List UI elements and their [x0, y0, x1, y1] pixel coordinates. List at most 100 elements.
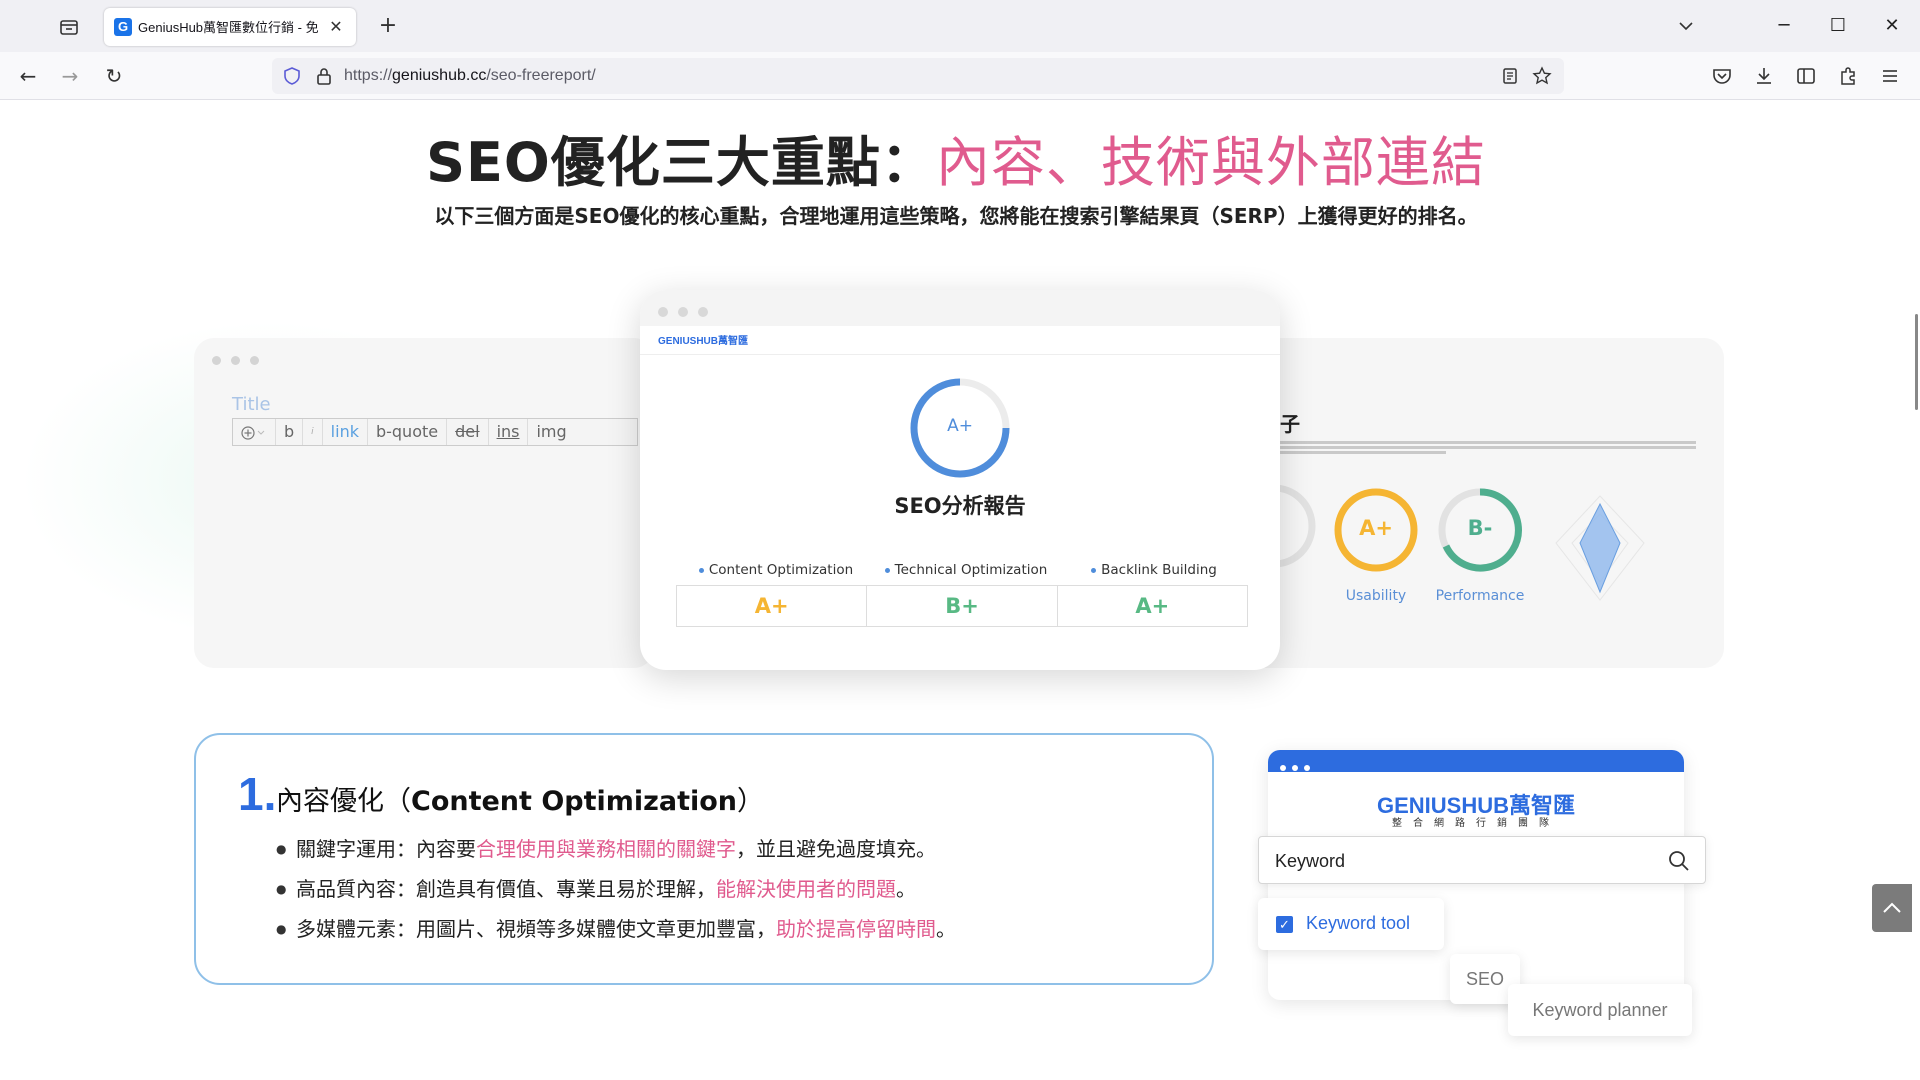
search-icon[interactable]	[1667, 849, 1691, 873]
url-path: /seo-freereport/	[486, 67, 596, 84]
toolbar-bquote: b-quote	[368, 419, 448, 445]
radar-chart-graphic	[1540, 488, 1660, 608]
toolbar-italic: i	[303, 419, 323, 445]
new-tab-button[interactable]: +	[374, 12, 402, 40]
back-to-top-button[interactable]	[1872, 884, 1912, 932]
page-title: SEO優化三大重點：內容、技術與外部連結	[0, 118, 1912, 197]
title-end: ）	[737, 786, 765, 817]
report-window-bar	[640, 290, 1280, 326]
close-window-icon[interactable]: ✕	[1876, 10, 1908, 42]
lock-icon[interactable]	[314, 66, 334, 86]
metric-backlink-label: Backlink Building	[1054, 562, 1254, 578]
menu-icon[interactable]	[1878, 64, 1902, 88]
favicon-icon: G	[114, 18, 132, 36]
keyword-window-bar	[1268, 750, 1684, 772]
window-dots	[212, 350, 269, 369]
grade-table: A+ B+ A+	[676, 585, 1248, 627]
bullet-text: 。	[896, 877, 916, 901]
keyword-search-input[interactable]	[1275, 847, 1655, 875]
editor-mock-card: Title b i link b-quote del ins img	[194, 338, 654, 668]
editor-toolbar: b i link b-quote del ins img	[232, 418, 638, 446]
metric-label-text: Content Optimization	[708, 562, 854, 578]
maximize-icon[interactable]: ☐	[1822, 10, 1854, 42]
close-tab-icon[interactable]: ✕	[326, 17, 346, 37]
divider	[640, 354, 1280, 355]
toolbar-bold: b	[276, 419, 304, 445]
report-logo: GENIUSHUB萬智匯	[658, 336, 749, 347]
page-content: SEO優化三大重點：內容、技術與外部連結 以下三個方面是SEO優化的核心重點，合…	[0, 100, 1912, 1080]
metric-label-text: Backlink Building	[1101, 562, 1217, 578]
list-item: 關鍵字運用：內容要合理使用與業務相關的關鍵字，並且避免過度填充。	[276, 829, 956, 869]
title-en: Content Optimization	[411, 786, 738, 817]
url-host: geniushub.cc	[392, 67, 487, 84]
report-side-heading: 子	[1280, 412, 1300, 436]
toolbar-link: link	[323, 419, 368, 445]
usability-ring: A+	[1332, 486, 1420, 574]
chevron-down-icon[interactable]	[1670, 10, 1702, 42]
window-dots	[658, 302, 718, 321]
extensions-icon[interactable]	[1836, 64, 1860, 88]
content-optimization-box: 1. 內容優化（Content Optimization） 關鍵字運用：內容要合…	[194, 733, 1214, 985]
page-subtitle: 以下三個方面是SEO優化的核心重點，合理地運用這些策略，您將能在搜索引擎結果頁（…	[434, 204, 1478, 228]
seo-report-card: GENIUSHUB萬智匯 A+ SEO分析報告 Content Optimiza…	[640, 290, 1280, 670]
browser-tab[interactable]: G GeniusHub萬智匯數位行銷 - 免 ✕	[104, 8, 356, 46]
pocket-icon[interactable]	[1710, 64, 1734, 88]
bullet-highlight: 合理使用與業務相關的關鍵字	[476, 837, 736, 861]
bullet-highlight: 助於提高停留時間	[776, 917, 936, 941]
back-arrow-icon[interactable]: ←	[14, 62, 42, 90]
address-bar[interactable]: https://geniushub.cc/seo-freereport/	[272, 58, 1564, 94]
main-grade: A+	[947, 416, 973, 436]
window-dots	[1280, 756, 1316, 775]
toolbar-ins: ins	[489, 419, 529, 445]
bullet-text: ，並且避免過度填充。	[736, 837, 936, 861]
section-title: 內容優化（Content Optimization）	[276, 779, 764, 818]
tab-bar: G GeniusHub萬智匯數位行銷 - 免 ✕ + ─ ☐ ✕	[0, 0, 1920, 52]
tab-list-icon[interactable]	[56, 14, 82, 40]
bullet-text: 關鍵字運用：內容要	[296, 837, 476, 861]
title-zh: 內容優化（	[276, 786, 411, 817]
keyword-search-box[interactable]	[1258, 836, 1706, 884]
metric-label-text: Technical Optimization	[894, 562, 1048, 578]
list-item: 多媒體元素：用圖片、視頻等多媒體使文章更加豐富，助於提高停留時間。	[276, 909, 956, 949]
minimize-icon[interactable]: ─	[1768, 10, 1800, 42]
keyword-logo-subtitle: 整合網路行銷團隊	[1392, 818, 1560, 829]
bookmark-star-icon[interactable]	[1532, 66, 1552, 86]
keyword-tool-chip[interactable]: ✓ Keyword tool	[1258, 898, 1444, 950]
bullet-text: 。	[936, 917, 956, 941]
keyword-planner-chip[interactable]: Keyword planner	[1508, 984, 1692, 1036]
checkbox-checked-icon[interactable]: ✓	[1276, 916, 1293, 933]
download-icon[interactable]	[1752, 64, 1776, 88]
shield-icon[interactable]	[282, 66, 302, 86]
keyword-tool-label: Keyword tool	[1306, 913, 1411, 933]
section-number: 1.	[238, 768, 277, 820]
title-highlight: 內容、技術與外部連結	[935, 131, 1486, 194]
sidebar-icon[interactable]	[1794, 64, 1818, 88]
performance-ring: B-	[1436, 486, 1524, 574]
grade-technical: B+	[867, 586, 1058, 626]
toolbar-add-icon	[233, 419, 276, 445]
main-grade-ring: A+	[908, 376, 1012, 480]
grade-backlink: A+	[1135, 594, 1170, 618]
report-side-card: 子 e A+ Usability B- Performance	[1232, 338, 1724, 668]
tab-title: GeniusHub萬智匯數位行銷 - 免	[138, 20, 319, 35]
grade-content: A+	[677, 586, 868, 626]
page-scrollbar[interactable]	[1912, 100, 1920, 1080]
bullet-text: 高品質內容：創造具有價值、專業且易於理解，	[296, 877, 716, 901]
toolbar-del: del	[447, 419, 489, 445]
bullet-highlight: 能解決使用者的問題	[716, 877, 896, 901]
scrollbar-thumb[interactable]	[1915, 314, 1918, 410]
url-text[interactable]: https://geniushub.cc/seo-freereport/	[344, 66, 596, 86]
performance-grade: B-	[1467, 516, 1493, 540]
usability-grade: A+	[1359, 516, 1393, 540]
report-title: SEO分析報告	[894, 494, 1026, 518]
performance-label: Performance	[1435, 588, 1525, 604]
metric-content-label: Content Optimization	[676, 562, 876, 578]
list-item: 高品質內容：創造具有價值、專業且易於理解，能解決使用者的問題。	[276, 869, 956, 909]
reload-icon[interactable]: ↻	[100, 62, 128, 90]
forward-arrow-icon[interactable]: →	[56, 62, 84, 90]
toolbar-img: img	[536, 422, 567, 441]
title-main: SEO優化三大重點：	[426, 131, 936, 194]
bullet-text: 多媒體元素：用圖片、視頻等多媒體使文章更加豐富，	[296, 917, 776, 941]
reader-view-icon[interactable]	[1500, 66, 1520, 86]
bullet-list: 關鍵字運用：內容要合理使用與業務相關的關鍵字，並且避免過度填充。 高品質內容：創…	[276, 829, 956, 949]
